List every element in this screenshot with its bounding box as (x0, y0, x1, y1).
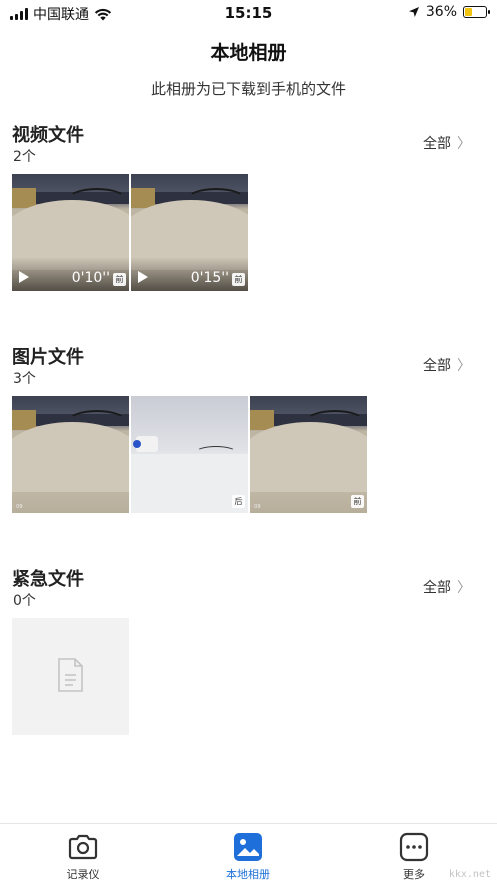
watermark: kkx.net (382, 822, 497, 883)
chevron-right-icon: 〉 (457, 358, 471, 374)
watermark-text: kkx.net (448, 869, 491, 880)
tab-label: 记录仪 (66, 868, 100, 881)
document-icon (58, 658, 83, 692)
section-title: 紧急文件 (12, 569, 84, 590)
camera-badge: 后 (232, 495, 245, 508)
album-icon (234, 833, 262, 861)
section-title: 视频文件 (12, 125, 84, 146)
play-icon (138, 271, 148, 283)
photo-timestamp: · 09 (251, 504, 261, 510)
chevron-right-icon: 〉 (457, 580, 471, 596)
camera-badge: 前 (351, 495, 364, 508)
photo-all-button[interactable]: 全部 〉 (423, 355, 471, 375)
tab-album[interactable]: 本地相册 (208, 832, 288, 882)
all-label: 全部 (423, 580, 451, 596)
video-thumbnails: 0'10'' 前 0'15'' 前 (12, 174, 248, 291)
empty-placeholder (12, 618, 129, 735)
page-subtitle: 此相册为已下载到手机的文件 (150, 80, 346, 98)
tab-label: 本地相册 (226, 868, 270, 881)
camera-icon (68, 834, 98, 860)
camera-badge: 前 (232, 273, 245, 286)
photo-timestamp: · 20 (132, 504, 142, 510)
video-all-button[interactable]: 全部 〉 (423, 133, 471, 153)
video-duration: 0'15'' (190, 270, 229, 286)
section-count: 3个 (13, 371, 36, 387)
status-right: 36% (408, 4, 490, 20)
photo-timestamp: · 09 (13, 504, 23, 510)
emergency-thumbnails (12, 618, 129, 735)
emergency-all-button[interactable]: 全部 〉 (423, 577, 471, 597)
battery-percent: 36% (425, 4, 457, 20)
section-count: 2个 (13, 149, 36, 165)
photo-thumbnails: · 09 · 20 后 · 09 前 (12, 396, 367, 513)
camera-badge: 前 (113, 273, 126, 286)
all-label: 全部 (423, 358, 451, 374)
photo-thumbnail[interactable]: · 09 (12, 396, 129, 513)
status-bar: 中国联通 15:15 36% (0, 0, 497, 26)
battery-fill (465, 8, 473, 16)
tab-recorder[interactable]: 记录仪 (43, 832, 123, 882)
photo-thumbnail[interactable]: · 09 前 (250, 396, 367, 513)
section-title: 图片文件 (12, 347, 84, 368)
video-thumbnail[interactable]: 0'10'' 前 (12, 174, 129, 291)
video-thumbnail[interactable]: 0'15'' 前 (131, 174, 248, 291)
section-count: 0个 (13, 593, 36, 609)
page-title: 本地相册 (210, 42, 287, 64)
video-duration: 0'10'' (71, 270, 110, 286)
all-label: 全部 (423, 136, 451, 152)
chevron-right-icon: 〉 (457, 136, 471, 152)
play-icon (19, 271, 29, 283)
location-arrow-icon (408, 7, 419, 17)
photo-thumbnail[interactable]: · 20 后 (131, 396, 248, 513)
battery-icon (463, 6, 490, 18)
